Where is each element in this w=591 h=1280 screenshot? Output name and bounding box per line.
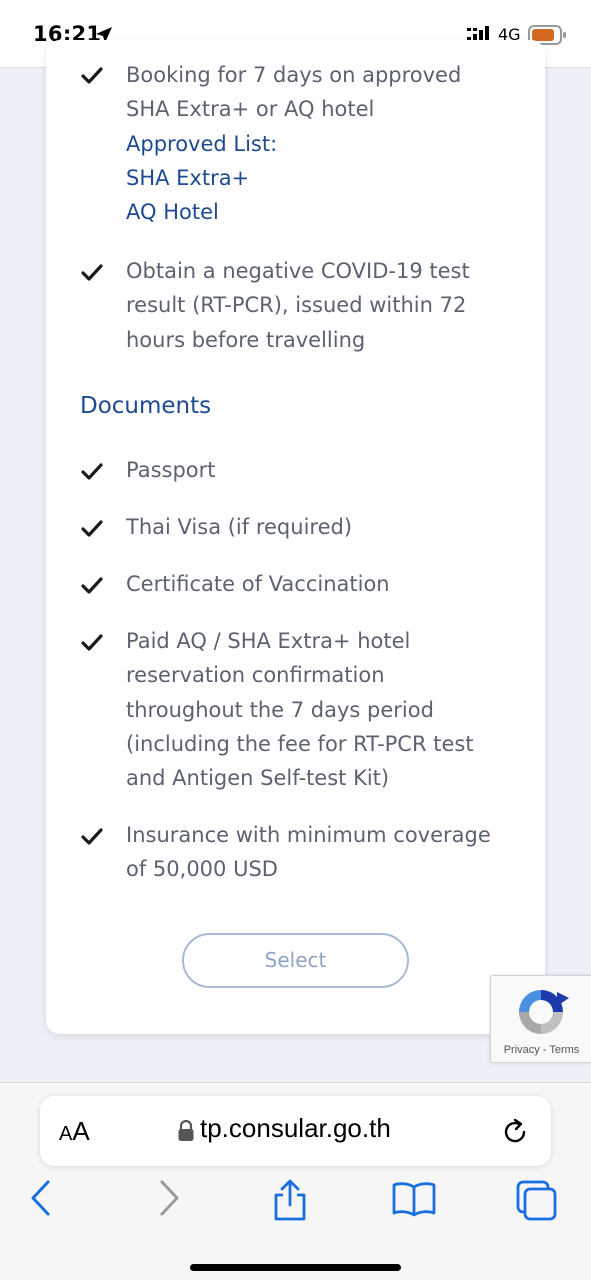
requirement-text: hours before travelling <box>126 327 366 352</box>
recaptcha-badge[interactable]: Privacy - Terms <box>490 975 591 1063</box>
document-text: and Antigen Self-test Kit) <box>126 766 390 791</box>
document-text: Thai Visa (if required) <box>126 515 353 539</box>
document-text: Passport <box>126 458 216 482</box>
privacy-link[interactable]: Privacy <box>504 1044 540 1056</box>
browser-toolbar: AA tp.consular.go.th <box>0 1082 591 1280</box>
reload-icon[interactable] <box>500 1117 530 1151</box>
check-icon <box>80 64 104 92</box>
aq-hotel-link[interactable]: AQ Hotel <box>126 195 526 229</box>
check-icon <box>80 631 104 659</box>
document-text: reservation confirmation <box>126 663 385 688</box>
url-text[interactable]: tp.consular.go.th <box>200 1113 391 1144</box>
aa-big: A <box>72 1116 90 1146</box>
back-icon[interactable] <box>28 1179 54 1221</box>
check-icon <box>80 261 104 289</box>
recaptcha-links: Privacy - Terms <box>491 1044 591 1056</box>
approved-list-label: Approved List: <box>126 131 278 156</box>
document-text: Paid AQ / SHA Extra+ hotel <box>126 629 411 653</box>
requirement-text: Obtain a negative COVID-19 test <box>126 259 470 283</box>
share-icon[interactable] <box>272 1179 308 1225</box>
document-text: Certificate of Vaccination <box>126 572 390 596</box>
document-text: (including the fee for RT-PCR test <box>126 731 474 756</box>
address-bar[interactable]: AA tp.consular.go.th <box>40 1096 551 1166</box>
terms-link[interactable]: Terms <box>549 1044 579 1056</box>
aa-small: A <box>59 1123 73 1145</box>
check-icon <box>80 517 104 545</box>
requirement-text: Booking for 7 days on approved <box>126 63 462 87</box>
recaptcha-separator: - <box>539 1044 550 1056</box>
document-text: throughout the 7 days period <box>126 697 434 722</box>
forward-icon[interactable] <box>156 1179 182 1221</box>
home-indicator[interactable] <box>190 1264 401 1271</box>
documents-heading: Documents <box>80 393 212 419</box>
requirement-text: SHA Extra+ or AQ hotel <box>126 97 375 122</box>
tabs-icon[interactable] <box>515 1179 559 1225</box>
check-icon <box>80 825 104 853</box>
lock-icon <box>177 1119 195 1146</box>
check-icon <box>80 460 104 488</box>
select-button[interactable]: Select <box>182 933 409 988</box>
bookmarks-icon[interactable] <box>391 1179 437 1223</box>
check-icon <box>80 574 104 602</box>
requirement-text: result (RT-PCR), issued within 72 <box>126 293 467 318</box>
sha-extra-link[interactable]: SHA Extra+ <box>126 161 526 195</box>
reader-settings-button[interactable]: AA <box>59 1116 90 1147</box>
document-text: Insurance with minimum coverage <box>126 823 491 847</box>
document-text: of 50,000 USD <box>126 857 278 882</box>
recaptcha-icon <box>513 984 569 1044</box>
